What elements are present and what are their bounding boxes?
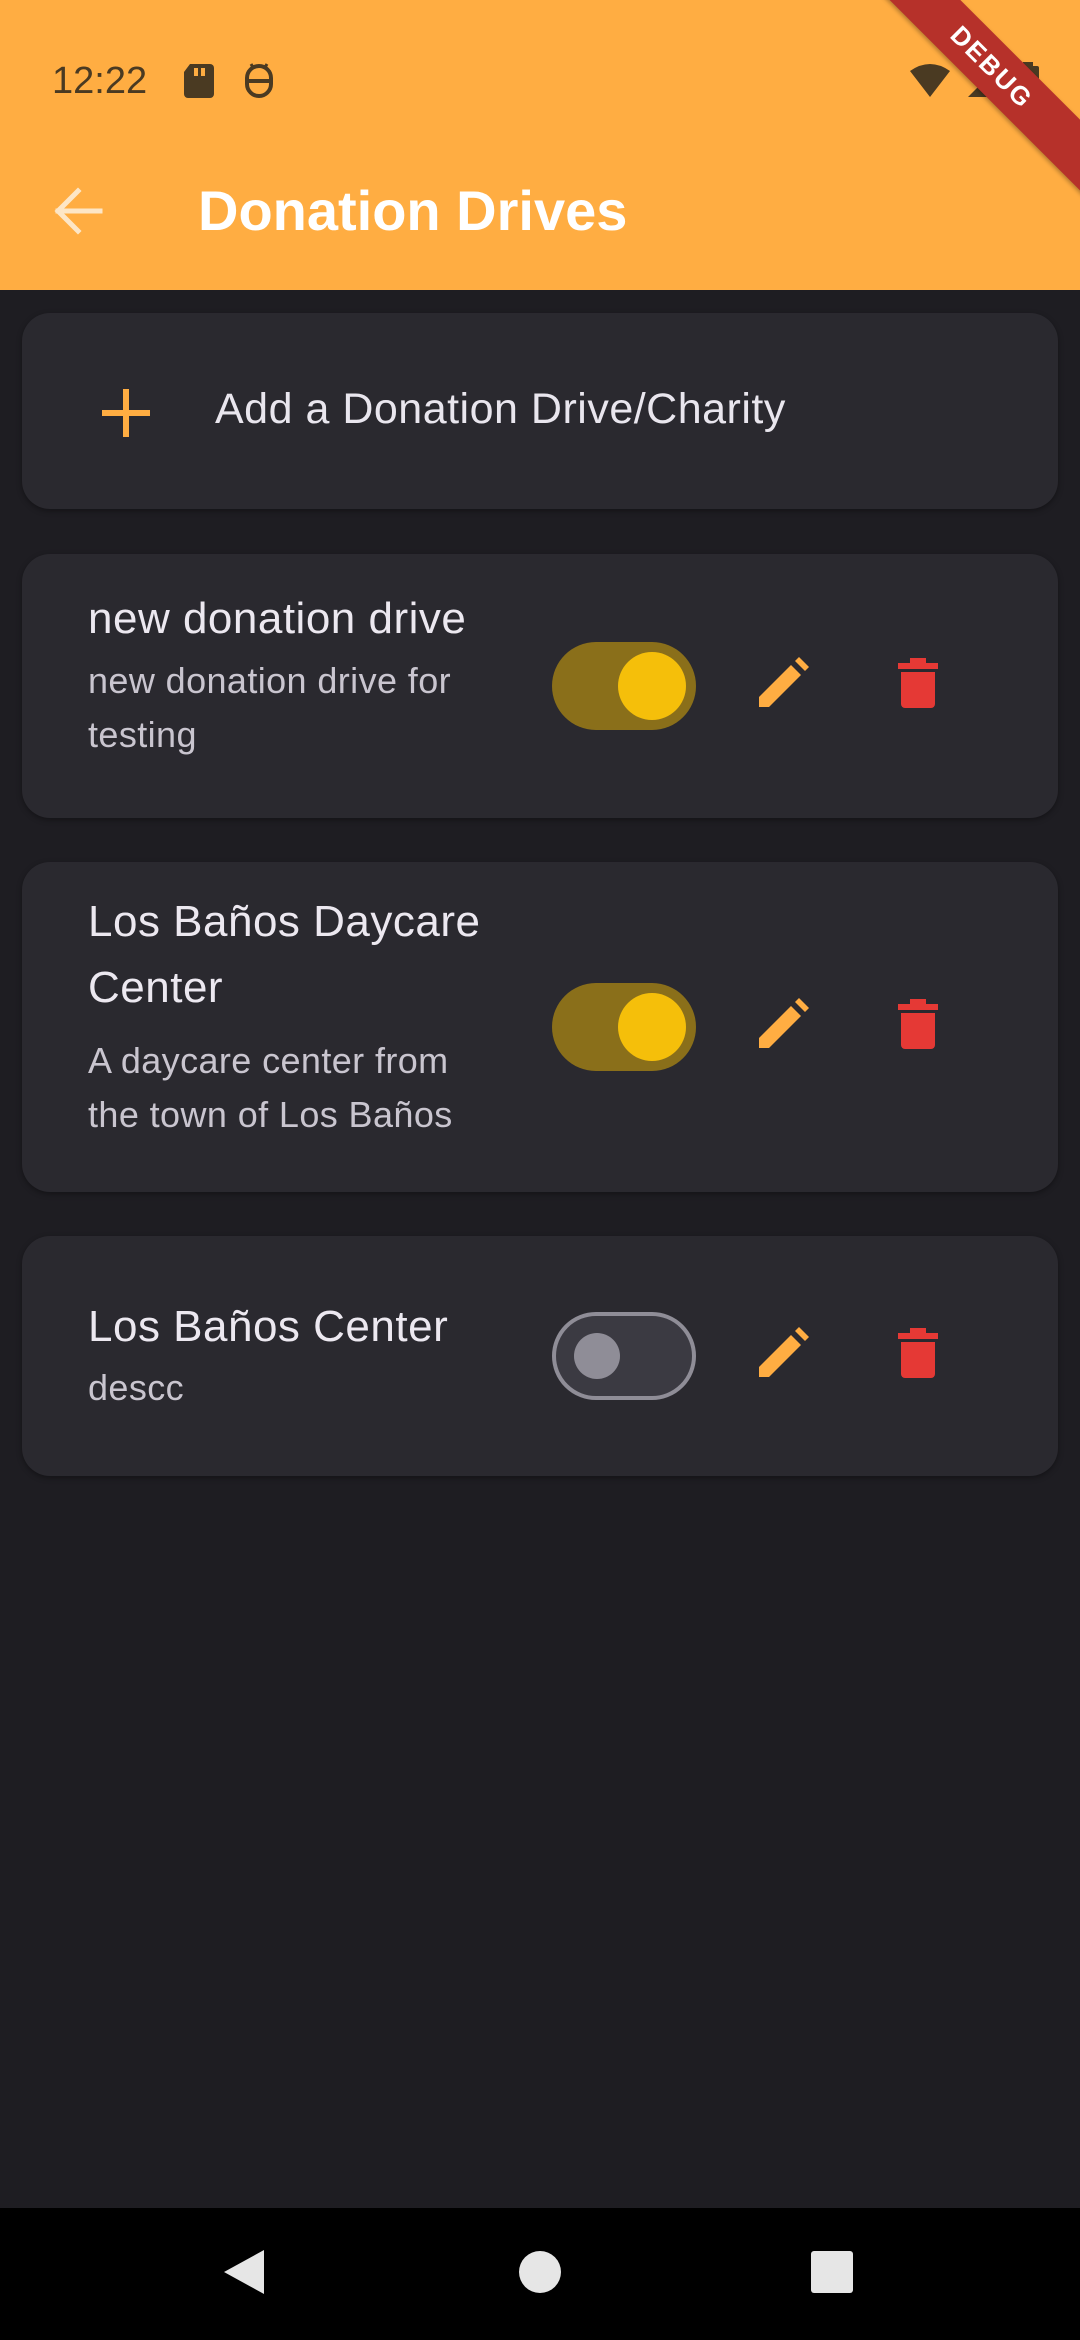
add-drive-button[interactable]: Add a Donation Drive/Charity — [22, 313, 1058, 509]
page-title: Donation Drives — [198, 179, 628, 242]
drive-description: new donation drive for testing — [88, 660, 452, 755]
drive-card: new donation drive new donation drive fo… — [22, 554, 1058, 818]
status-time: 12:22 — [52, 60, 148, 102]
edit-button[interactable] — [738, 1312, 826, 1400]
drive-title: Los Baños Daycare Center — [88, 897, 481, 1012]
sd-card-icon — [182, 62, 216, 98]
drive-description: descc — [88, 1367, 185, 1408]
arrow-back-icon — [52, 186, 104, 240]
debug-banner: DEBUG — [847, 0, 1080, 212]
android-debug-icon — [242, 62, 276, 98]
screen: 12:22 DEBUG Donation Drives Add a Donati… — [0, 0, 1080, 2340]
trash-icon — [898, 657, 938, 715]
pencil-icon — [755, 1326, 809, 1386]
nav-home-button[interactable] — [504, 2238, 576, 2310]
plus-icon — [98, 385, 154, 441]
pencil-icon — [755, 997, 809, 1057]
delete-button[interactable] — [874, 983, 962, 1071]
drive-enabled-toggle[interactable] — [552, 1312, 696, 1400]
home-circle-icon — [518, 2250, 562, 2299]
add-drive-label: Add a Donation Drive/Charity — [215, 385, 786, 433]
trash-icon — [898, 1327, 938, 1385]
toggle-knob — [618, 993, 686, 1061]
recents-square-icon — [810, 2250, 854, 2299]
delete-button[interactable] — [874, 642, 962, 730]
drive-enabled-toggle[interactable] — [552, 642, 696, 730]
app-bar: 12:22 DEBUG Donation Drives — [0, 0, 1080, 290]
toggle-knob — [574, 1333, 620, 1379]
edit-button[interactable] — [738, 642, 826, 730]
delete-button[interactable] — [874, 1312, 962, 1400]
back-triangle-icon — [222, 2248, 266, 2301]
pencil-icon — [755, 656, 809, 716]
drive-title: Los Baños Center — [88, 1302, 449, 1351]
drive-card: Los Baños Center descc — [22, 1236, 1058, 1476]
edit-button[interactable] — [738, 983, 826, 1071]
drive-title: new donation drive — [88, 594, 467, 643]
system-nav-bar — [0, 2208, 1080, 2340]
nav-recents-button[interactable] — [796, 2238, 868, 2310]
drive-enabled-toggle[interactable] — [552, 983, 696, 1071]
trash-icon — [898, 998, 938, 1056]
toggle-knob — [618, 652, 686, 720]
drive-card: Los Baños Daycare Center A daycare cente… — [22, 862, 1058, 1192]
back-button[interactable] — [40, 175, 116, 251]
wifi-icon — [908, 63, 952, 104]
drive-description: A daycare center from the town of Los Ba… — [88, 1040, 453, 1135]
nav-back-button[interactable] — [208, 2238, 280, 2310]
